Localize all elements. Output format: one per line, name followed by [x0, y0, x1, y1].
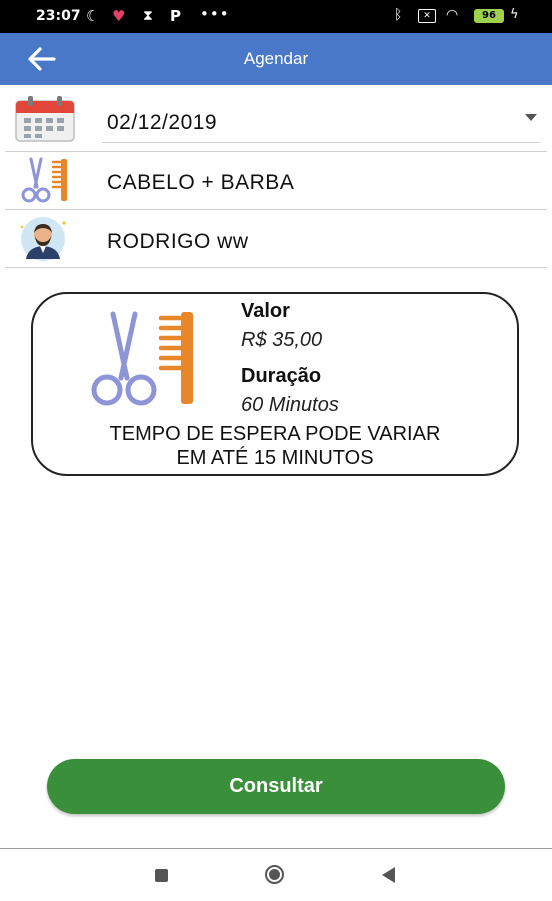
- battery-icon: 96: [474, 9, 504, 23]
- wait-time-notice: TEMPO DE ESPERA PODE VARIAR EM ATÉ 15 MI…: [33, 422, 517, 470]
- hourglass-icon: ⧗: [143, 8, 153, 24]
- price-label: Valor: [241, 300, 290, 322]
- price-value: R$ 35,00: [241, 329, 323, 351]
- appointment-info-card: Valor R$ 35,00 Duração 60 Minutos TEMPO …: [31, 292, 519, 476]
- professional-select-value[interactable]: RODRIGO ww: [107, 230, 249, 254]
- wait-time-notice-line-1: TEMPO DE ESPERA PODE VARIAR: [109, 423, 441, 445]
- duration-label: Duração: [241, 365, 322, 387]
- service-row[interactable]: CABELO + BARBA: [0, 153, 552, 209]
- calendar-icon: [15, 96, 75, 147]
- bluetooth-icon: ᛒ: [394, 7, 403, 23]
- consult-button[interactable]: Consultar: [47, 759, 505, 814]
- wait-time-notice-line-2: EM ATÉ 15 MINUTOS: [176, 447, 374, 469]
- scissors-comb-icon: [81, 308, 205, 413]
- chevron-down-icon[interactable]: [525, 114, 537, 121]
- wifi-icon: ◠: [446, 7, 459, 23]
- page-title: Agendar: [243, 49, 309, 68]
- scissors-comb-icon: [17, 157, 73, 208]
- duration-value: 60 Minutos: [241, 394, 339, 416]
- service-select-value[interactable]: CABELO + BARBA: [107, 171, 294, 195]
- heart-icon: ♥: [112, 7, 126, 25]
- divider: [5, 209, 547, 210]
- date-row[interactable]: 02/12/2019: [0, 92, 552, 148]
- status-time: 23:07: [36, 8, 81, 24]
- back-button[interactable]: [28, 46, 56, 72]
- home-icon[interactable]: [265, 865, 284, 884]
- arrow-left-icon: [28, 47, 56, 71]
- date-underline: [102, 142, 540, 143]
- professional-row[interactable]: RODRIGO ww: [0, 211, 552, 267]
- charging-icon: ϟ: [510, 7, 519, 22]
- recent-apps-icon[interactable]: [155, 869, 168, 882]
- divider: [5, 267, 547, 268]
- app-bar: Agendar: [0, 33, 552, 85]
- moon-icon: ☾: [86, 7, 100, 25]
- more-notifications-icon: •••: [200, 5, 230, 23]
- no-sim-icon: ✕: [418, 9, 436, 23]
- divider: [5, 151, 547, 152]
- nav-back-icon[interactable]: [382, 867, 395, 883]
- p-app-icon: P: [170, 7, 181, 25]
- date-select-value[interactable]: 02/12/2019: [107, 111, 217, 135]
- status-bar: 23:07 ☾ ♥ ⧗ P ••• ᛒ ✕ ◠ 96 ϟ: [0, 0, 552, 33]
- barber-avatar-icon: [16, 215, 72, 268]
- system-nav-bar: [0, 848, 552, 901]
